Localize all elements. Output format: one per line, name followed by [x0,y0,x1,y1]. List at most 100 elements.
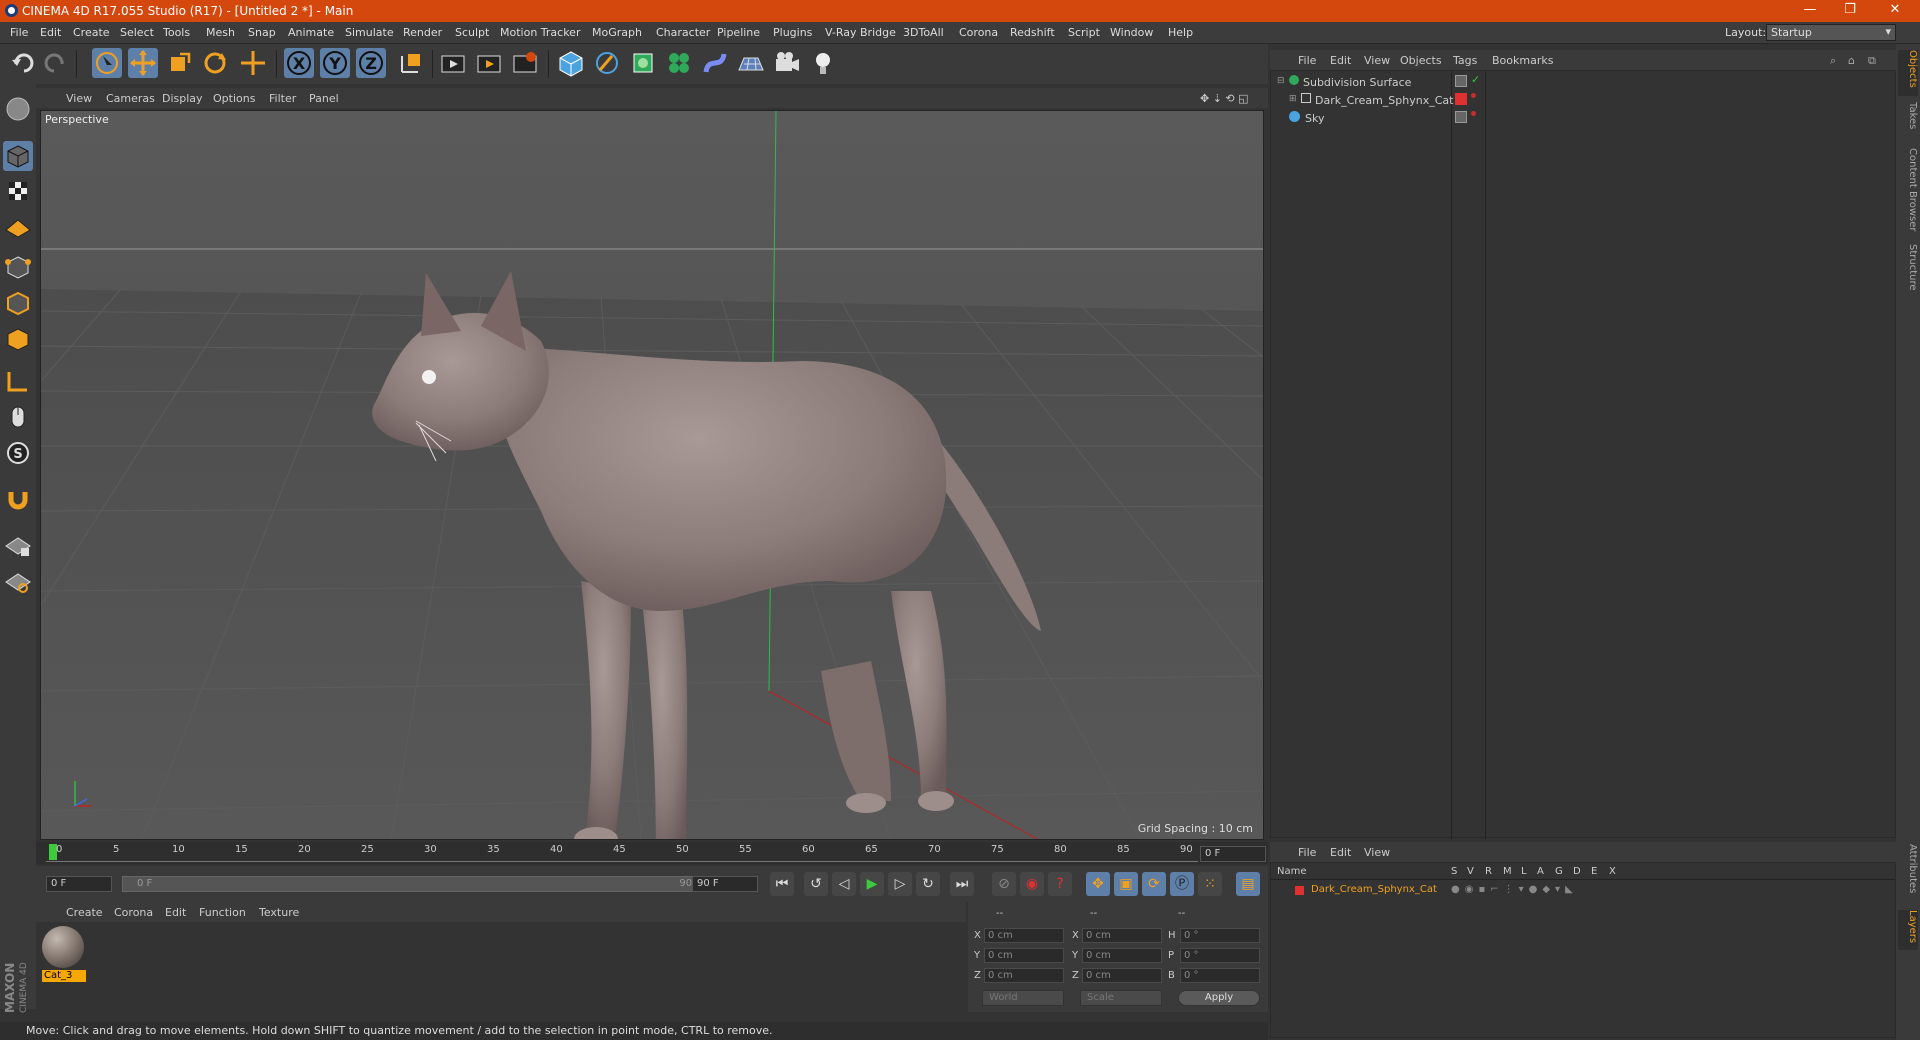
search-icon[interactable]: ⌕ [1830,54,1836,68]
z-axis-lock-button[interactable]: Z [356,48,386,78]
play-icon[interactable]: ▶ [860,872,884,896]
planar-workplane-icon[interactable] [3,566,33,596]
material-name-label[interactable]: Cat_3 [42,970,86,982]
tab-content-browser[interactable]: Content Browser [1898,148,1918,238]
viewport-menu-display[interactable]: Display [162,92,203,105]
size-z-field[interactable]: 0 cm [1082,968,1162,983]
menu-mesh[interactable]: Mesh [206,26,235,39]
menu-redshift[interactable]: Redshift [1010,26,1055,39]
timeline-ruler[interactable]: 0 5 10 15 20 25 30 35 40 45 50 55 60 65 … [36,842,1268,864]
object-menu-tags[interactable]: Tags [1453,54,1477,67]
position-x-field[interactable]: 0 cm [984,928,1064,943]
texture-mode-icon[interactable] [3,176,33,206]
tab-takes[interactable]: Takes [1898,102,1918,142]
viewport-menu-cameras[interactable]: Cameras [106,92,155,105]
object-menu-edit[interactable]: Edit [1330,54,1351,67]
object-row[interactable]: ⊞ Dark_Cream_Sphynx_Cat [1271,91,1895,109]
expand-icon[interactable]: ⊟ [1277,76,1285,86]
menu-3dtoall[interactable]: 3DToAll [903,26,944,39]
menu-vray-bridge[interactable]: V-Ray Bridge [825,26,896,39]
layer-row[interactable]: Dark_Cream_Sphynx_Cat ●◉▪⌐⋮▾●◆▾◣ [1271,883,1895,899]
tweak-mode-icon[interactable] [3,402,33,432]
tab-layers[interactable]: Layers [1898,910,1918,950]
current-frame-field[interactable]: 0 F [1200,846,1266,862]
material-menu-corona[interactable]: Corona [114,906,153,919]
key-scale-icon[interactable]: ▣ [1114,872,1138,896]
edit-visibility-icon[interactable] [1455,75,1467,87]
make-editable-icon[interactable] [3,94,33,124]
key-position-icon[interactable]: ✥ [1086,872,1110,896]
expand-icon[interactable]: ⊞ [1289,94,1297,104]
next-frame-icon[interactable]: ▷ [888,872,912,896]
edit-visibility-icon[interactable] [1455,111,1467,123]
key-rotation-icon[interactable]: ⟳ [1142,872,1166,896]
deformer-icon[interactable] [700,48,730,78]
close-button[interactable]: ✕ [1875,2,1915,20]
rotate-icon[interactable] [200,48,230,78]
layer-color-icon[interactable] [1455,93,1467,105]
menu-mograph[interactable]: MoGraph [592,26,642,39]
next-key-icon[interactable]: ↻ [916,872,940,896]
pen-spline-icon[interactable] [592,48,622,78]
viewport-menu-options[interactable]: Options [213,92,255,105]
menu-corona[interactable]: Corona [959,26,998,39]
size-mode-select[interactable]: Scale [1080,990,1162,1006]
scale-icon[interactable] [164,48,194,78]
keyframe-selection-icon[interactable]: ? [1048,872,1072,896]
start-frame-field[interactable]: 0 F [46,876,112,892]
polygons-mode-icon[interactable] [3,324,33,354]
locked-workplane-icon[interactable] [3,530,33,560]
menu-render[interactable]: Render [403,26,442,39]
previous-key-icon[interactable]: ↺ [804,872,828,896]
render-to-picture-viewer-icon[interactable] [474,48,504,78]
layout-select[interactable]: Startup ▾ [1766,24,1896,41]
object-menu-bookmarks[interactable]: Bookmarks [1492,54,1553,67]
rotation-b-field[interactable]: 0 ° [1180,968,1260,983]
material-menu-edit[interactable]: Edit [165,906,186,919]
points-mode-icon[interactable] [3,252,33,282]
preview-range-slider[interactable]: 0 F 90 F [122,876,712,892]
material-menu-create[interactable]: Create [66,906,103,919]
restore-button[interactable]: ❐ [1830,2,1870,20]
autokey-icon[interactable]: ◉ [1020,872,1044,896]
menu-sculpt[interactable]: Sculpt [455,26,489,39]
coord-mode-select[interactable]: World [982,990,1064,1006]
menu-file[interactable]: File [10,26,28,39]
viewport-navigation-icon[interactable]: ✥ ⇣ ⟲ ◱ [1200,92,1249,105]
material-menu-texture[interactable]: Texture [259,906,299,919]
material-menu-function[interactable]: Function [199,906,246,919]
magnet-icon[interactable] [3,484,33,514]
tab-objects[interactable]: Objects [1898,50,1918,96]
x-axis-lock-button[interactable]: X [284,48,314,78]
layer-menu-file[interactable]: File [1298,846,1316,859]
previous-frame-icon[interactable]: ◁ [832,872,856,896]
layer-menu-view[interactable]: View [1364,846,1390,859]
camera-icon[interactable] [772,48,802,78]
rotation-h-field[interactable]: 0 ° [1180,928,1260,943]
object-menu-view[interactable]: View [1364,54,1390,67]
position-z-field[interactable]: 0 cm [984,968,1064,983]
viewport-camera-label[interactable]: Perspective [45,113,109,126]
coordinate-system-icon[interactable] [396,48,426,78]
menu-simulate[interactable]: Simulate [345,26,394,39]
object-menu-objects[interactable]: Objects [1400,54,1442,67]
layer-name[interactable]: Dark_Cream_Sphynx_Cat [1311,884,1437,895]
menu-select[interactable]: Select [120,26,154,39]
menu-pipeline[interactable]: Pipeline [717,26,760,39]
visibility-dot-icon[interactable] [1471,111,1476,116]
menu-create[interactable]: Create [73,26,110,39]
size-x-field[interactable]: 0 cm [1082,928,1162,943]
viewport-perspective[interactable]: Perspective Grid Spacing : 10 cm [40,110,1264,840]
light-icon[interactable] [808,48,838,78]
axis-mode-icon[interactable] [3,366,33,396]
minimize-button[interactable]: — [1790,2,1830,20]
object-name[interactable]: Subdivision Surface [1303,76,1411,89]
live-selection-button[interactable] [92,48,122,78]
menu-animate[interactable]: Animate [288,26,334,39]
go-to-start-icon[interactable]: ⏮ [770,872,794,896]
render-view-icon[interactable] [438,48,468,78]
workplane-icon[interactable] [3,210,33,240]
menu-tools[interactable]: Tools [163,26,190,39]
record-keys-icon[interactable]: ⊘ [992,872,1016,896]
timeline-window-icon[interactable]: ▤ [1236,872,1260,896]
